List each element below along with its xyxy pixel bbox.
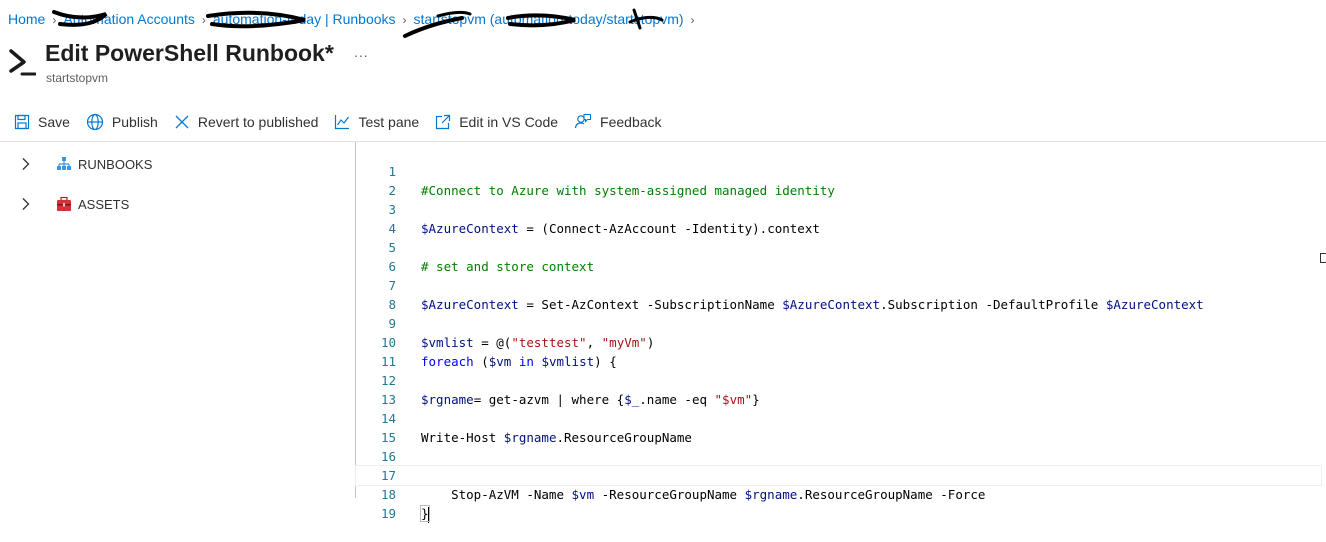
code-line: 4 [356,200,1326,236]
chevron-right-icon: › [402,13,407,27]
tree-item-runbooks[interactable]: RUNBOOKS [18,156,152,172]
breadcrumb: Home › Automation Accounts › automation-toda… [8,11,702,27]
code-line: 19 [356,485,1326,521]
collapse-handle[interactable] [1320,253,1326,263]
code-line: 2 [356,162,1326,198]
revert-button[interactable]: Revert to published [174,114,319,130]
test-pane-button[interactable]: Test pane [334,114,419,130]
code-line: 7 $AzureContext = Set-AzContext -Subscri… [356,257,1326,312]
feedback-icon [574,113,592,129]
chevron-right-icon[interactable] [18,196,34,212]
feedback-button[interactable]: Feedback [574,113,662,131]
external-link-icon [436,114,451,130]
edit-vscode-button[interactable]: Edit in VS Code [435,114,558,130]
globe-icon [86,113,104,131]
page-subtitle: startstopvm [46,71,109,85]
code-text: } [420,504,430,523]
publish-label: Publish [111,114,158,130]
revert-label: Revert to published [197,114,319,130]
feedback-label: Feedback [600,114,662,130]
code-line: 3 $AzureContext = (Connect-AzAccount -Id… [356,181,1326,236]
chart-icon [335,115,350,130]
runbooks-icon [57,157,71,170]
page-title: Edit PowerShell Runbook* [45,40,334,66]
chevron-right-icon: › [201,13,206,27]
close-icon [175,115,189,129]
runbook-tree: RUNBOOKS ASSETS [0,142,355,498]
code-line: 13 [356,371,1326,407]
code-line: 11 [356,333,1326,369]
code-line: 9 $vmlist = @("testtest", "myVm") [356,295,1326,350]
code-line: 10 foreach ($vm in $vmlist) { [356,314,1326,369]
command-bar: Save Publish Revert to published Test pa… [14,113,678,131]
code-line: 17 Stop-AzVM -Name $vm -ResourceGroupNam… [356,447,1326,502]
text-cursor [427,506,429,523]
code-line: 5 # set and store context [356,219,1326,274]
code-line: 15 [356,409,1326,445]
code-editor[interactable]: 1 #Connect to Azure with system-assigned… [355,142,1326,523]
tree-item-runbooks-label: RUNBOOKS [78,156,153,172]
code-line: 12 $rgname= get-azvm | where {$_.name -e… [356,352,1326,407]
code-line: 1 #Connect to Azure with system-assigned… [356,143,1326,198]
breadcrumb-home[interactable]: Home [8,11,45,27]
save-label: Save [38,114,70,130]
test-pane-label: Test pane [358,114,420,130]
powershell-icon [9,49,36,76]
code-line: 6 [356,238,1326,274]
publish-button[interactable]: Publish [86,113,158,131]
chevron-right-icon: › [690,13,695,27]
chevron-right-icon[interactable] [18,156,34,172]
edit-vscode-label: Edit in VS Code [459,114,559,130]
tree-item-assets[interactable]: ASSETS [18,196,129,212]
line-number: 19 [380,506,396,521]
code-line: 8 [356,276,1326,312]
code-line: 16 [356,428,1326,464]
save-icon [14,114,30,130]
breadcrumb-runbook[interactable]: startstopvm (automation-today/startstopv… [414,11,684,27]
breadcrumb-automation-accounts[interactable]: Automation Accounts [63,11,195,27]
more-options-icon[interactable]: ... [354,44,369,60]
tree-item-assets-label: ASSETS [78,196,130,212]
breadcrumb-runbooks[interactable]: automation-today | Runbooks [213,11,396,27]
code-line-current: 18 } [355,465,1322,523]
code-line: 14 Write-Host $rgname.ResourceGroupName [356,390,1326,445]
assets-icon [57,196,71,211]
chevron-right-icon: › [52,13,57,27]
save-button[interactable]: Save [14,114,70,130]
